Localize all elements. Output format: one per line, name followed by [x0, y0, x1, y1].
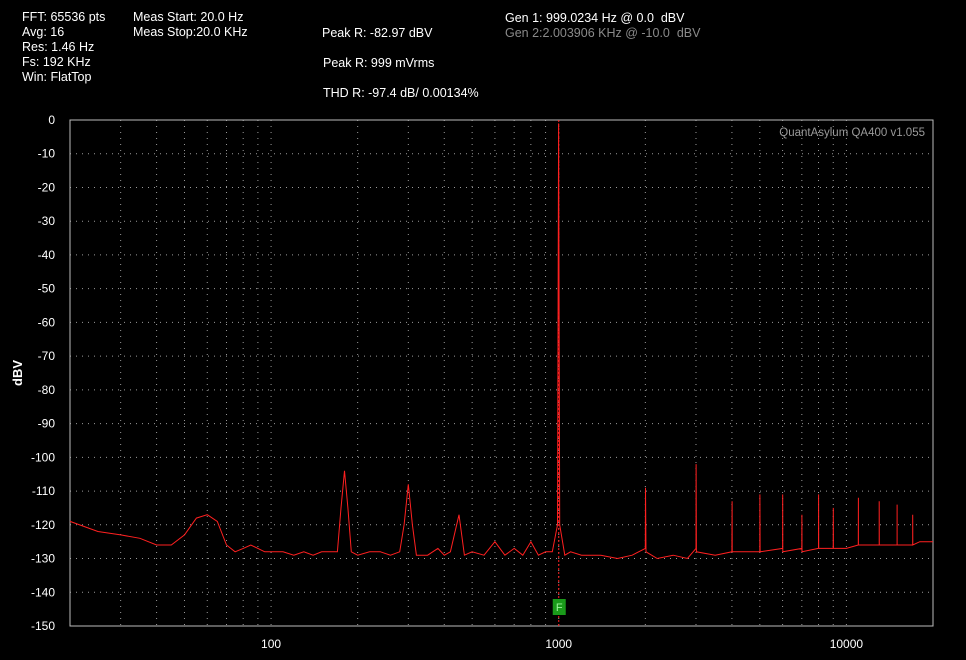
- y-tick-label: 0: [48, 113, 55, 127]
- watermark-text: QuantAsylum QA400 v1.055: [779, 127, 925, 139]
- spectrum-chart[interactable]: 0 -10 -20 -30 -40 -50 -60 -70 -80 -90 -100 -110 -120…: [0, 0, 966, 660]
- frequency-marker[interactable]: F: [552, 599, 566, 615]
- y-tick-label: -100: [31, 450, 55, 464]
- y-tick-label: -60: [38, 315, 56, 329]
- marker-label: F: [556, 602, 563, 614]
- y-tick-label: -30: [38, 214, 56, 228]
- y-tick-label: -110: [32, 484, 55, 498]
- x-tick-label: 10000: [830, 637, 864, 651]
- y-axis-label: dBV: [10, 360, 25, 386]
- y-tick-label: -80: [38, 383, 56, 397]
- y-tick-label: -50: [38, 282, 56, 296]
- x-axis-ticks: 100 1000 10000: [261, 637, 863, 651]
- y-tick-label: -140: [31, 585, 55, 599]
- y-tick-label: -40: [38, 248, 56, 262]
- y-tick-label: -120: [31, 518, 55, 532]
- y-tick-label: -130: [31, 552, 55, 566]
- y-axis-ticks: 0 -10 -20 -30 -40 -50 -60 -70 -80 -90 -100 -110 -120…: [31, 113, 55, 633]
- x-tick-label: 1000: [545, 637, 572, 651]
- x-tick-label: 100: [261, 637, 281, 651]
- y-tick-label: -90: [38, 417, 56, 431]
- series-trace: [69, 123, 933, 560]
- y-tick-label: -70: [38, 349, 56, 363]
- y-tick-label: -150: [31, 619, 55, 633]
- y-tick-label: -10: [38, 147, 56, 161]
- y-tick-label: -20: [38, 180, 56, 194]
